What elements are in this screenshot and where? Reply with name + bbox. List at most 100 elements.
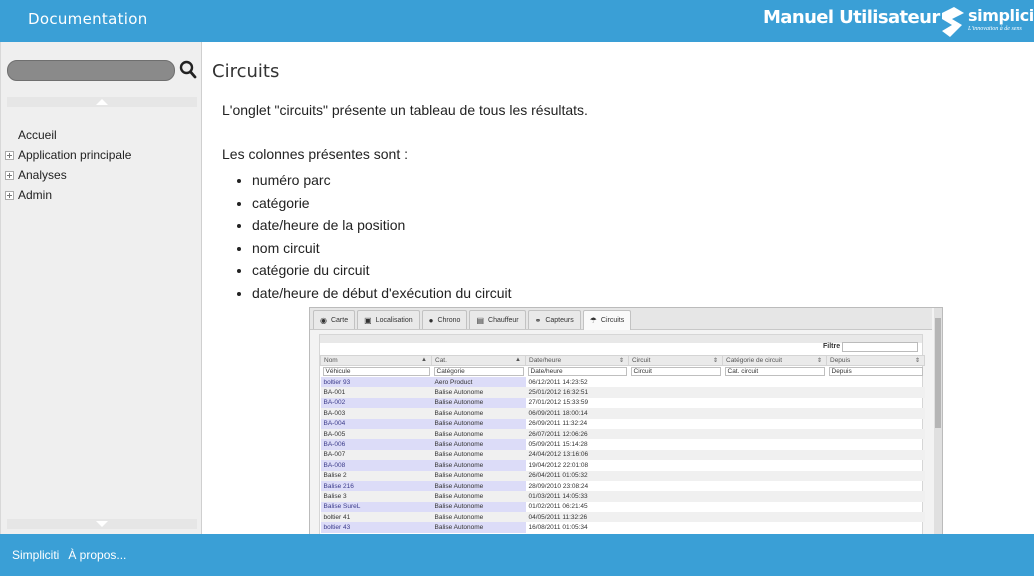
sort-icon: ⇕ (816, 358, 822, 364)
table-cell (826, 408, 925, 419)
table-cell: 27/01/2012 15:33:59 (528, 399, 589, 407)
footer-link-about[interactable]: À propos... (68, 548, 126, 562)
table-cell: boltier 43 (320, 522, 432, 533)
sidebar-item-label: Analyses (18, 168, 67, 182)
search-input[interactable] (7, 60, 175, 81)
table-cell: BA-002 (320, 397, 432, 409)
table-cell (723, 419, 827, 429)
table-cell: 26/04/2011 01:05:32 (525, 470, 629, 481)
table-cell (723, 481, 827, 491)
table-cell (826, 387, 925, 398)
table-cell (827, 522, 925, 532)
column-filter: Depuis (828, 367, 923, 376)
table-row: BA-005 Balise Autonome 26/07/2011 12:06:26 (320, 428, 925, 440)
expand-icon[interactable] (5, 150, 14, 160)
column-header: Cat. ▲ (431, 355, 526, 366)
table-cell (722, 428, 827, 440)
table-cell: 06/12/2011 14:23:52 (528, 378, 588, 386)
table-cell (827, 398, 925, 408)
column-header: Date/heure ⇕ (525, 355, 629, 366)
sidebar: Accueil Application principale Analyses … (0, 42, 202, 534)
tab-circuits: ☂ Circuits (582, 310, 632, 330)
table-cell: Balise Autonome (431, 470, 526, 481)
sidebar-scroll-down[interactable] (7, 519, 197, 529)
page-title: Circuits (212, 61, 280, 82)
globe-icon: ◉ (320, 315, 327, 325)
table-cell (826, 491, 925, 502)
table-cell: Balise Autonome (431, 418, 526, 429)
table-cell (826, 512, 925, 523)
table-cell (628, 449, 723, 461)
table-cell (629, 419, 723, 429)
table-cell (628, 470, 723, 481)
documentation-title[interactable]: Documentation (28, 10, 148, 28)
table-cell (629, 481, 723, 491)
table-cell: BA-008 (320, 460, 432, 471)
sort-icon: ⇕ (914, 358, 920, 364)
table-cell: 26/07/2011 12:06:26 (525, 428, 629, 440)
route-icon: ☂ (589, 316, 597, 325)
table-cell (827, 377, 925, 387)
table-cell (723, 460, 827, 470)
sensor-icon: ⚭ (534, 315, 542, 325)
table-cell (629, 439, 723, 449)
manual-title: Manuel Utilisateur (763, 7, 940, 28)
columns-list: numéro parc catégorie date/heure de la p… (252, 169, 512, 305)
table-cell (629, 502, 723, 512)
main-content: Circuits L'onglet "circuits" présente un… (203, 42, 1034, 534)
filter-input (842, 342, 918, 352)
table-cell: 24/04/2012 13:16:06 (525, 449, 629, 461)
sidebar-item-admin[interactable]: Admin (5, 185, 131, 205)
tab-carte: ◉ Carte (313, 310, 356, 329)
tab-chauffeur: ▤ Chauffeur (469, 310, 526, 329)
chevron-up-icon (96, 99, 108, 105)
table-cell: 01/03/2011 14:05:33 (525, 491, 629, 502)
column-filter: Catégorie (433, 367, 524, 376)
screenshot-tabs: ◉ Carte ▣ Localisation ● Chrono ▤ Chauffeur … (310, 308, 932, 330)
table-cell: 25/01/2012 16:32:51 (525, 387, 629, 398)
table-cell: 28/09/2010 23:08:24 (528, 482, 589, 490)
table-cell (827, 502, 925, 512)
tab-chrono: ● Chrono (421, 310, 468, 329)
table-cell: Balise Autonome (431, 480, 526, 492)
header-bar: Documentation Manuel Utilisateur simplic… (0, 0, 1034, 42)
column-filter: Véhicule (322, 367, 430, 376)
table-row: boltier 43 Balise Autonome 16/08/2011 01:0… (320, 522, 925, 533)
brand-name: simpliciti (968, 6, 1034, 25)
vehicle-icon: ▣ (364, 315, 372, 325)
table-cell (723, 377, 827, 387)
results-table: Nom ▲ Cat. ▲ Date/heure ⇕ Circuit ⇕ Catégori… (320, 355, 925, 533)
filter-label: Filtre (823, 343, 841, 350)
column-filter: Circuit (630, 367, 721, 376)
search-icon[interactable] (179, 60, 197, 80)
expand-icon[interactable] (5, 190, 14, 200)
table-cell: Balise SureL (320, 501, 432, 513)
table-cell (722, 387, 827, 398)
table-cell (827, 460, 925, 470)
tab-localisation: ▣ Localisation (357, 310, 420, 329)
sidebar-item-accueil[interactable]: Accueil (5, 125, 131, 145)
sidebar-scroll-up[interactable] (7, 97, 197, 107)
column-header: Nom ▲ (320, 355, 432, 366)
table-row: Balise 2 Balise Autonome 26/04/2011 01:05:… (320, 470, 925, 481)
sort-icon: ⇕ (618, 358, 624, 364)
table-row: boltier 41 Balise Autonome 04/05/2011 11:3… (320, 512, 925, 523)
footer-link-simpliciti[interactable]: Simpliciti (12, 548, 59, 562)
table-cell: Balise 3 (320, 491, 432, 502)
table-cell: Balise Autonome (431, 408, 526, 419)
table-row: BA-001 Balise Autonome 25/01/2012 16:32:51 (320, 387, 925, 398)
sidebar-item-analyses[interactable]: Analyses (5, 165, 131, 185)
sort-asc-icon: ▲ (515, 357, 521, 363)
expand-icon[interactable] (5, 170, 14, 180)
sidebar-item-application-principale[interactable]: Application principale (5, 145, 131, 165)
table-cell: Balise Autonome (431, 491, 526, 502)
table-cell: BA-003 (320, 408, 432, 419)
list-item: nom circuit (252, 237, 512, 260)
table-cell: Balise Autonome (431, 439, 526, 450)
table-row: BA-007 Balise Autonome 24/04/2012 13:16:06 (320, 449, 925, 461)
table-cell (722, 512, 827, 523)
table-cell: Balise Autonome (431, 387, 526, 398)
sort-asc-icon: ▲ (421, 357, 427, 363)
table-cell: 16/08/2011 01:05:34 (528, 524, 588, 532)
chevron-down-icon (96, 521, 108, 527)
